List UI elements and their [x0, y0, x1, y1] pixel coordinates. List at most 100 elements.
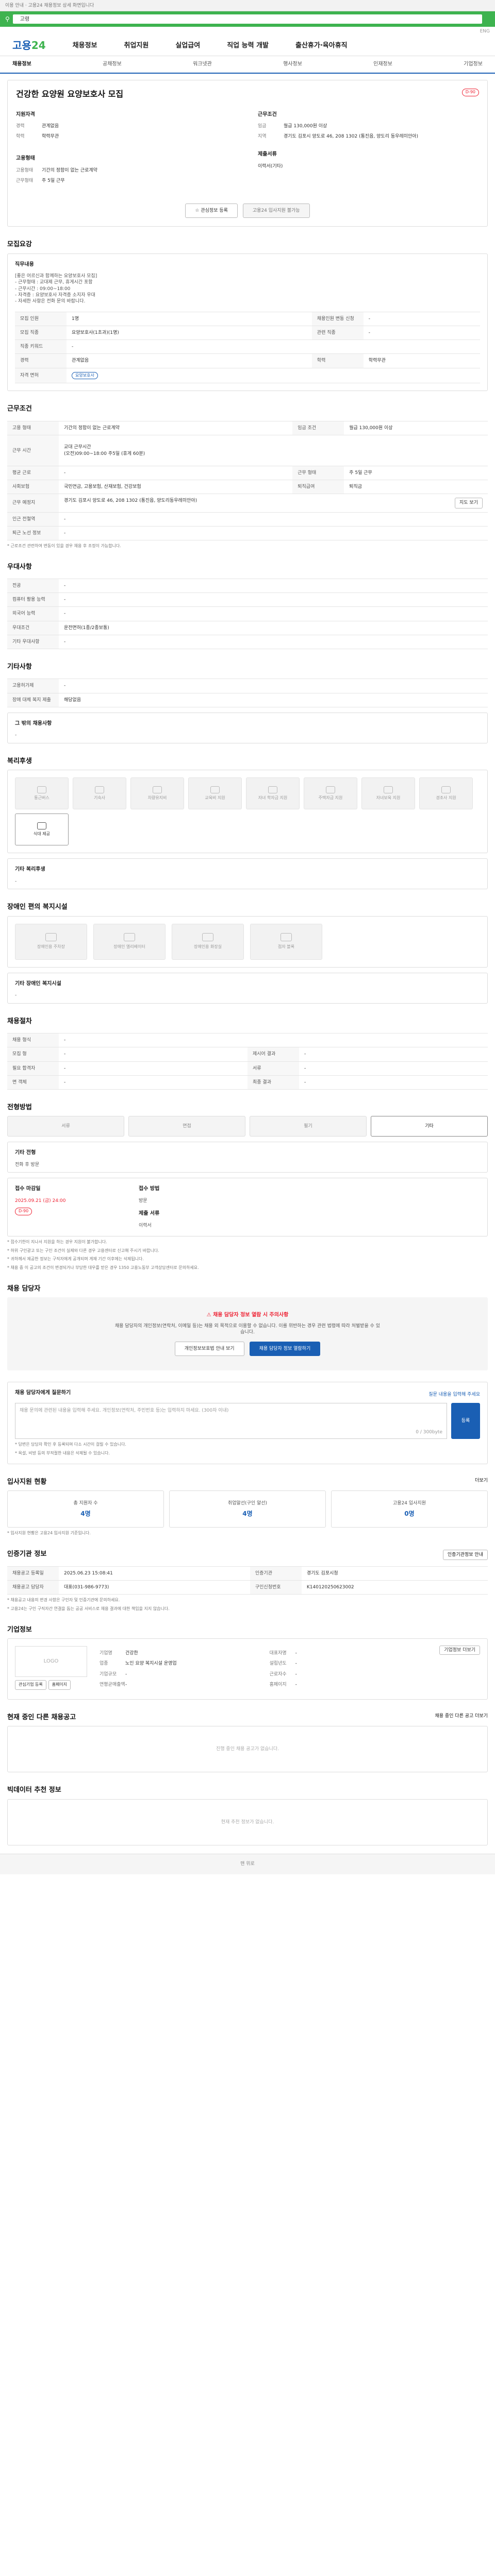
nav-item[interactable]: 취업지원	[124, 41, 149, 50]
scroll-top-button[interactable]: 맨 위로	[0, 1853, 495, 1874]
section-title: 전형방법	[7, 1103, 32, 1111]
section-label: 지원자격	[16, 111, 35, 117]
warning-icon: ⚠	[206, 1312, 211, 1318]
other-jobs-link[interactable]: 채용 중인 다른 공고 더보기	[435, 1713, 488, 1719]
homepage-button[interactable]: 홈페이지	[48, 1680, 71, 1690]
nav-item[interactable]: 채용정보	[73, 41, 97, 50]
nav-item[interactable]: 직업 능력 개발	[227, 41, 269, 50]
welfare-tile: 통근버스	[15, 777, 69, 810]
process-note: * 귀하께서 제공한 정보는 구직자에게 공개되며 게재 기간 이후에는 삭제됩…	[7, 1257, 144, 1262]
section-title: 복리후생	[7, 757, 32, 765]
meal-icon	[37, 822, 46, 829]
inquiry-box: 채용 담당자에게 질문하기 질문 내용을 입력해 주세요 채용 문의에 관련된 …	[7, 1382, 488, 1464]
facility-tile: 점자 블록	[250, 923, 322, 960]
section-title: 기타사항	[7, 663, 32, 671]
sub-nav: 채용정보 공채정보 워크넷관 행사정보 인재정보 기업정보	[0, 56, 495, 74]
subnav-item[interactable]: 인재정보	[373, 61, 392, 68]
section-title: 근무조건	[7, 405, 32, 413]
section-label: 근무조건	[258, 111, 277, 117]
car-icon	[153, 786, 162, 793]
subnav-item[interactable]: 행사정보	[283, 61, 302, 68]
welfare-tile: 교육비 지원	[188, 777, 242, 810]
subnav-item[interactable]: 채용정보	[12, 61, 31, 68]
job-description: [좋은 어르신과 함께하는 요양보호사 모집] - 근무형태 : 교대제 근무,…	[15, 274, 97, 304]
welfare-tile: 차량유지비	[130, 777, 184, 810]
step-interview: 면접	[128, 1116, 245, 1137]
restroom-icon	[202, 933, 213, 942]
childcare-icon	[384, 786, 393, 793]
welfare-tile: 주택자금 지원	[304, 777, 357, 810]
auth-guide-button[interactable]: 인증기관정보 안내	[442, 1550, 488, 1561]
top-notice: 이용 안내 · 고용24 채용정보 상세 화면입니다	[5, 3, 94, 8]
parking-icon	[45, 933, 57, 942]
section-title: 채용절차	[7, 1017, 32, 1025]
job-summary-card: D-90 건강한 요양원 요양보호사 모집 지원자격 경력 관계없음 학력 학력무관…	[7, 80, 488, 227]
search-input[interactable]: 고령	[12, 14, 482, 24]
apply-button[interactable]: 고용24 입사지원 불가능	[242, 204, 310, 218]
more-link[interactable]: 더보기	[475, 1478, 488, 1484]
logo[interactable]: 고용24	[12, 39, 46, 53]
stat-card: 총 지원자 수 4명	[7, 1490, 164, 1528]
view-contact-button[interactable]: 채용 담당자 정보 열람하기	[249, 1342, 321, 1357]
company-logo: LOGO	[15, 1646, 87, 1677]
welfare-tile: 자녀 학자금 지원	[246, 777, 300, 810]
welfare-tile-active: 식대 제공	[15, 814, 69, 846]
step-docs: 서류	[7, 1116, 124, 1137]
search-icon: ⚲	[5, 15, 10, 23]
map-button[interactable]: 지도 보기	[455, 498, 483, 509]
deadline-tag: D-90	[15, 1208, 32, 1215]
language-link[interactable]: ENG	[0, 27, 495, 36]
section-title: 빅데이터 추천 정보	[7, 1786, 61, 1794]
hiring-table: 채용 형식 - 모집 형 - 제시어 결과 - 필요 합격자 - 서류 - 면 객체 - 최종 결…	[7, 1033, 488, 1090]
section-title: 현재 중인 다른 채용공고 채용 중인 다른 공고 더보기	[7, 1713, 488, 1721]
scholarship-icon	[268, 786, 277, 793]
favorite-company-button[interactable]: 관심기업 등록	[15, 1680, 46, 1690]
section-title: 기업정보	[7, 1625, 32, 1634]
license-tag: 요양보호사	[72, 371, 98, 380]
stat-card: 취업알선(구인 알선) 4명	[169, 1490, 326, 1528]
facility-tile: 장애인용 주차장	[15, 923, 87, 960]
gift-icon	[441, 786, 451, 793]
section-label: 제출서류	[258, 151, 277, 158]
main-nav: 고용24 채용정보 취업지원 실업급여 직업 능력 개발 출산휴가·육아휴직	[0, 36, 495, 56]
job-title: 건강한 요양원 요양보호사 모집	[16, 89, 124, 99]
step-other: 기타	[371, 1116, 488, 1137]
section-title: 인증기관 정보 인증기관정보 안내	[7, 1550, 488, 1561]
recommend-empty: 현재 추천 정보가 없습니다.	[7, 1799, 488, 1845]
facility-tile: 장애인 엘리베이터	[93, 923, 166, 960]
dorm-icon	[95, 786, 104, 793]
auth-table: 채용공고 등록일 2025.06.23 15:08:41 인증기관 경기도 김포시청 …	[7, 1566, 488, 1595]
elevator-icon	[124, 933, 135, 942]
top-notice-bar: 이용 안내 · 고용24 채용정보 상세 화면입니다	[0, 0, 495, 11]
conditions-table: 고용 형태 기간의 정함이 없는 근로계약 임금 조건 월급 130,000원 이상 …	[7, 420, 488, 540]
section-title: 모집요강	[7, 241, 32, 249]
recruit-table: 모집 인원 1명 채용인원 변동 신청 - 모집 직종 요양보호사(1초과)(1명) 관련…	[15, 312, 480, 384]
subnav-item[interactable]: 공채정보	[103, 61, 122, 68]
subnav-item[interactable]: 워크넷관	[193, 61, 212, 68]
section-title: 입사지원 현황 더보기	[7, 1478, 488, 1486]
step-written: 필기	[250, 1116, 367, 1137]
house-icon	[326, 786, 335, 793]
welfare-tile: 기숙사	[73, 777, 126, 810]
deadline-date: 2025.09.21 (금) 24:00	[15, 1198, 66, 1204]
welfare-tile: 경조사 지원	[419, 777, 473, 810]
applicant-stats: 총 지원자 수 4명 취업알선(구인 알선) 4명 고용24 입사지원 0명	[7, 1490, 488, 1528]
etc-table: 고용허가제 - 장애 대체 복지 제출 해당없음	[7, 679, 488, 707]
conditions-note: * 근로조건 관련하여 변동이 있을 경우 채용 후 조정이 가능합니다.	[7, 543, 121, 548]
other-process-box: 기타 전형 전화 후 방문	[7, 1142, 488, 1173]
inquiry-textarea[interactable]: 채용 문의에 관련된 내용을 입력해 주세요. 개인정보(연락처, 주민번호 등…	[15, 1403, 447, 1439]
process-note: * 허위 구인광고 또는 구인 조건이 실제와 다른 경우 고용센터로 신고해 …	[7, 1248, 159, 1253]
section-label: 고용형태	[16, 156, 35, 162]
submit-inquiry-button[interactable]: 등록	[451, 1403, 480, 1439]
subnav-item[interactable]: 기업정보	[464, 61, 483, 68]
process-note: * 채용 중 이 공고의 조건이 변경되거나 부당한 대우를 받은 경우 135…	[7, 1265, 199, 1270]
stat-card: 고용24 입사지원 0명	[331, 1490, 488, 1528]
company-more-button[interactable]: 기업정보 더보기	[439, 1646, 481, 1655]
contact-alert: ⚠ 채용 담당자 정보 열람 시 주의사항 채용 담당자의 개인정보(연락처, …	[7, 1297, 488, 1371]
nav-item[interactable]: 출산휴가·육아휴직	[295, 41, 348, 50]
search-bar: ⚲ 고령	[0, 11, 495, 27]
privacy-guide-button[interactable]: 개인정보보호법 안내 보기	[174, 1342, 244, 1357]
bookmark-button[interactable]: ☆ 관심정보 등록	[185, 204, 238, 218]
nav-item[interactable]: 실업급여	[175, 41, 200, 50]
other-recruit-box: 그 밖의 채용사항 -	[7, 712, 488, 743]
